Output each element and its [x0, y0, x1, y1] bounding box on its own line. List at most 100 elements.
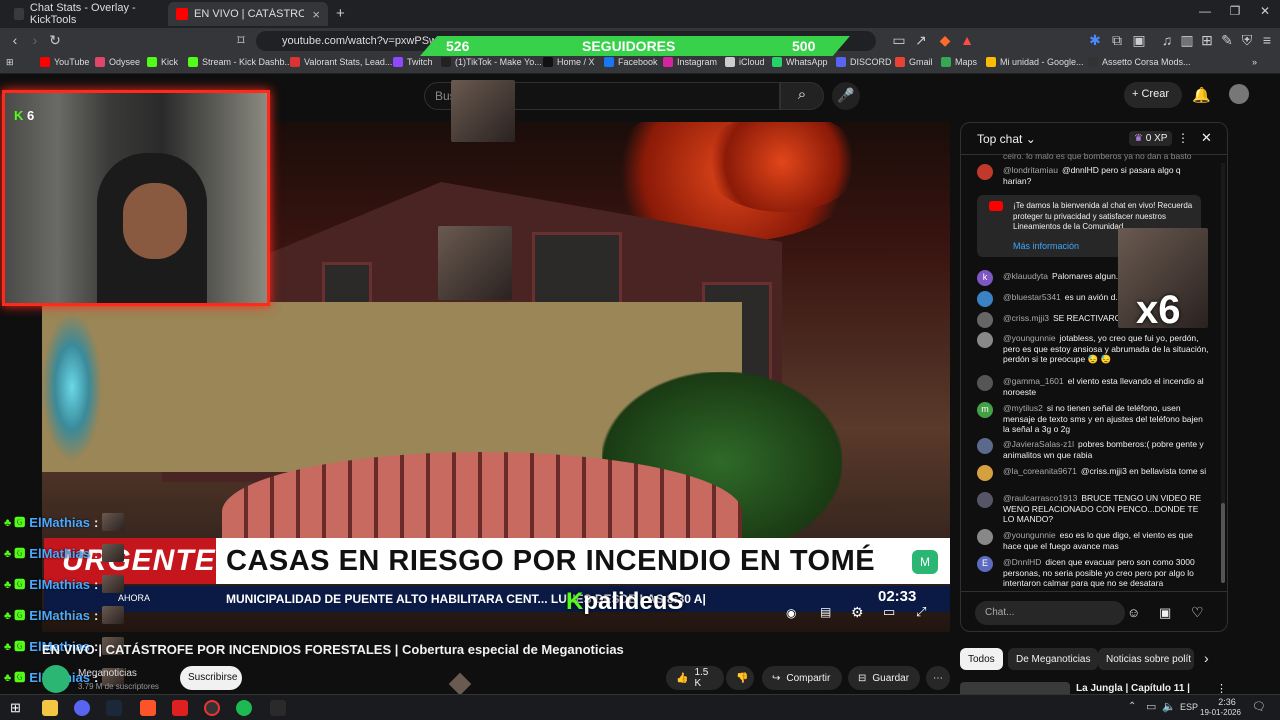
steam-icon[interactable] — [106, 700, 122, 716]
bookmark-valorant[interactable]: Valorant Stats, Lead... — [290, 57, 392, 67]
chat-mode-dropdown[interactable]: Top chat — [977, 132, 1022, 146]
xp-badge[interactable]: ♛ 0 XP — [1129, 131, 1173, 146]
avatar[interactable] — [977, 529, 993, 545]
volume-icon[interactable]: 🔈 — [1162, 700, 1176, 713]
cast-icon[interactable]: ▭ — [890, 32, 908, 49]
search-icon[interactable]: ⌕ — [780, 82, 824, 110]
bookmark-drive[interactable]: Mi unidad - Google... — [986, 57, 1084, 67]
puzzle-icon[interactable]: ⧉ — [1108, 32, 1126, 49]
close-tab-icon[interactable]: × — [312, 7, 320, 22]
chat-username[interactable]: @JavieraSalas-z1l — [1003, 439, 1074, 449]
dislike-button[interactable]: 👎 — [726, 666, 754, 690]
theater-mode-icon[interactable]: ▭ — [883, 604, 895, 620]
network-icon[interactable]: ▭ — [1146, 700, 1156, 713]
clock-date[interactable]: 19-01-2026 — [1200, 708, 1241, 717]
create-button[interactable]: + Crear — [1124, 82, 1182, 108]
chat-username[interactable]: @gamma_1601 — [1003, 376, 1064, 386]
bookmark-kick-dashboard[interactable]: Stream - Kick Dashb... — [188, 57, 292, 67]
sidebar-icon[interactable]: ▥ — [1178, 32, 1196, 49]
close-window-icon[interactable]: ✕ — [1250, 4, 1280, 18]
chat-username[interactable]: @youngunnie — [1003, 333, 1056, 343]
obs-icon[interactable] — [204, 700, 220, 716]
channel-avatar[interactable] — [42, 665, 70, 693]
app-icon[interactable] — [172, 700, 188, 716]
bookmark-tiktok[interactable]: (1)TikTok - Make Yo... — [441, 57, 542, 67]
forward-icon[interactable]: › — [26, 32, 44, 48]
new-tab-icon[interactable]: + — [336, 5, 345, 22]
chat-username[interactable]: @la_coreanita9671 — [1003, 466, 1077, 476]
minimize-icon[interactable]: — — [1190, 4, 1220, 18]
edit-icon[interactable]: ✎ — [1218, 32, 1236, 49]
chat-username[interactable]: @criss.mjji3 — [1003, 313, 1049, 323]
scrollbar-thumb[interactable] — [1221, 503, 1225, 583]
avatar[interactable] — [977, 438, 993, 454]
language-indicator[interactable]: ESP — [1180, 702, 1198, 712]
share-icon[interactable]: ↗ — [912, 32, 930, 49]
share-button[interactable]: ↪ Compartir — [762, 666, 842, 690]
extension-icon[interactable]: ✱ — [1086, 32, 1104, 49]
avatar[interactable] — [977, 164, 993, 180]
bookmark-assetto[interactable]: Assetto Corsa Mods... — [1088, 57, 1191, 67]
chevron-right-icon[interactable]: › — [1204, 650, 1209, 666]
bookmark-icon[interactable]: ⌑ — [232, 32, 250, 49]
heart-icon[interactable]: ♡ — [1191, 604, 1204, 621]
more-bookmarks-icon[interactable]: » — [1252, 57, 1257, 67]
back-icon[interactable]: ‹ — [6, 32, 24, 48]
avatar[interactable]: m — [977, 402, 993, 418]
tab-youtube-live[interactable]: EN VIVO | CATÁSTROFE POR I × — [168, 2, 328, 26]
maximize-icon[interactable]: ❐ — [1220, 4, 1250, 18]
chat-username[interactable]: @DnnlHD — [1003, 557, 1041, 567]
notifications-icon[interactable]: 🔔 — [1192, 86, 1211, 104]
chat-username[interactable]: @londritamiau — [1003, 165, 1058, 175]
reload-icon[interactable]: ↻ — [46, 32, 64, 49]
chat-username[interactable]: @klauudyta — [1003, 271, 1048, 281]
apps-icon[interactable]: ⊞ — [6, 57, 14, 68]
chat-username[interactable]: @bluestar5341 — [1003, 292, 1061, 302]
bookmark-icloud[interactable]: iCloud — [725, 57, 765, 67]
avatar[interactable] — [977, 312, 993, 328]
more-actions-icon[interactable]: ⋯ — [926, 666, 950, 690]
bookmark-facebook[interactable]: Facebook — [604, 57, 658, 67]
channel-name[interactable]: Meganoticias — [78, 668, 137, 679]
chip-meganoticias[interactable]: De Meganoticias — [1008, 648, 1099, 670]
save-button[interactable]: ⊟ Guardar — [848, 666, 920, 690]
bookmark-twitch[interactable]: Twitch — [393, 57, 433, 67]
subtitles-icon[interactable]: ▤ — [820, 605, 831, 619]
fullscreen-icon[interactable]: ⤢ — [916, 604, 926, 620]
file-explorer-icon[interactable] — [42, 700, 58, 716]
bookmark-gmail[interactable]: Gmail — [895, 57, 933, 67]
recommendation-thumbnail[interactable] — [960, 682, 1070, 694]
wallet-icon[interactable]: ⊞ — [1198, 32, 1216, 49]
tray-chevron-icon[interactable]: ⌃ — [1128, 701, 1136, 712]
close-icon[interactable]: ✕ — [1201, 130, 1212, 146]
autoplay-toggle-icon[interactable]: ◉ — [786, 606, 796, 620]
chat-scrollbar[interactable] — [1221, 163, 1225, 583]
vpn-icon[interactable]: ⛨ — [1238, 32, 1256, 49]
avatar[interactable] — [977, 332, 993, 348]
music-icon[interactable]: ♫ — [1158, 32, 1176, 48]
rewards-icon[interactable]: ▲ — [958, 32, 976, 48]
notification-center-icon[interactable]: 🗨 — [1252, 700, 1266, 713]
emoji-icon[interactable]: ☺ — [1127, 605, 1140, 620]
bookmark-odysee[interactable]: Odysee — [95, 57, 140, 67]
subscribe-button[interactable]: Suscribirse — [180, 666, 242, 690]
chevron-down-icon[interactable]: ⌄ — [1026, 132, 1036, 146]
chat-username[interactable]: @youngunnie — [1003, 530, 1056, 540]
avatar[interactable] — [977, 492, 993, 508]
mic-icon[interactable]: 🎤 — [832, 82, 860, 110]
chat-username[interactable]: @mytilus2 — [1003, 403, 1043, 413]
bookmark-maps[interactable]: Maps — [941, 57, 977, 67]
avatar[interactable] — [977, 291, 993, 307]
epic-games-icon[interactable] — [270, 700, 286, 716]
avatar[interactable] — [1229, 84, 1249, 104]
avatar[interactable]: k — [977, 270, 993, 286]
brave-icon[interactable] — [140, 700, 156, 716]
avatar[interactable] — [977, 465, 993, 481]
chip-all[interactable]: Todos — [960, 648, 1003, 670]
spotify-icon[interactable] — [236, 700, 252, 716]
bookmark-youtube[interactable]: YouTube — [40, 57, 89, 67]
super-chat-icon[interactable]: ▣ — [1159, 605, 1171, 621]
clock-time[interactable]: 2:36 — [1212, 697, 1242, 707]
avatar[interactable]: E — [977, 556, 993, 572]
recommendation-title[interactable]: La Jungla | Capítulo 11 | — [1076, 683, 1190, 694]
